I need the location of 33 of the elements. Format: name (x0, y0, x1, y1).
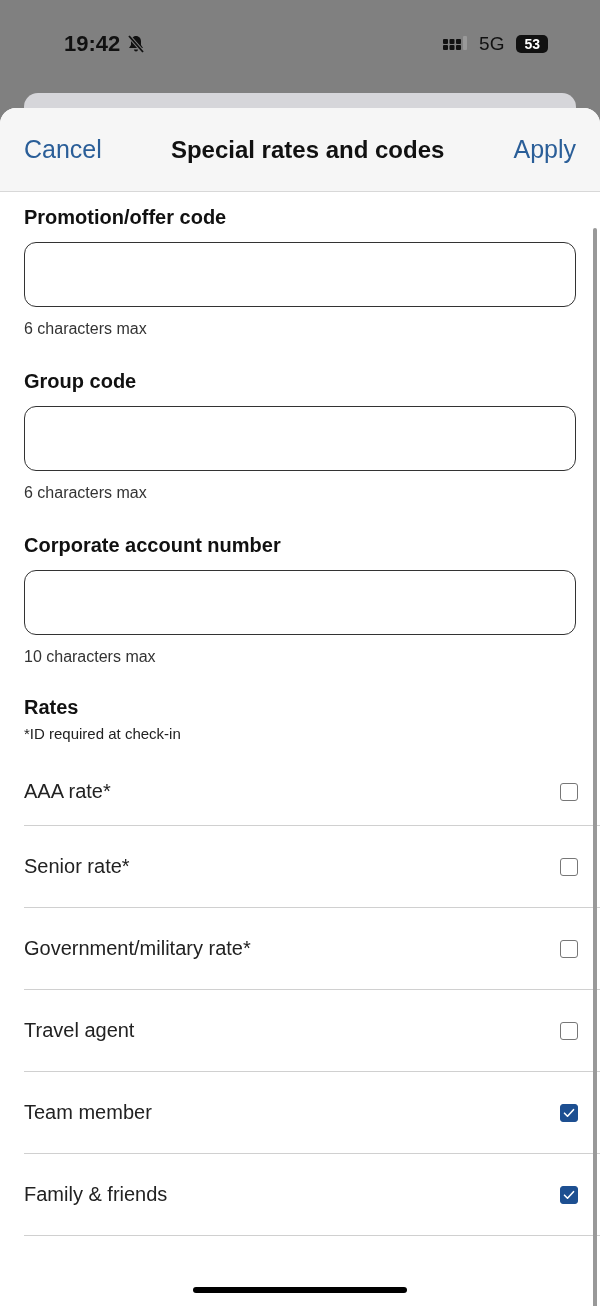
checkbox[interactable] (560, 1103, 578, 1122)
field-hint: 10 characters max (24, 648, 157, 666)
checkbox[interactable] (560, 1185, 578, 1204)
rate-label: Team member (24, 1101, 152, 1124)
network-label: 5G (479, 32, 505, 55)
field-hint: 6 characters max (24, 484, 148, 502)
rate-label: Government/military rate* (24, 937, 251, 960)
check-icon (563, 1189, 575, 1200)
check-icon (563, 1107, 575, 1118)
field-label: Corporate account number (24, 534, 282, 557)
checkbox[interactable] (560, 939, 578, 958)
cancel-button[interactable]: Cancel (24, 135, 102, 164)
status-time: 19:42 (64, 30, 121, 57)
input-field[interactable] (24, 242, 576, 307)
muted-bell-icon (126, 33, 147, 54)
checkbox[interactable] (560, 782, 578, 801)
battery-indicator: 53 (516, 34, 548, 53)
checkbox[interactable] (560, 857, 578, 876)
rate-label: Family & friends (24, 1183, 168, 1206)
checkbox[interactable] (560, 1021, 578, 1040)
rate-label: AAA rate* (24, 780, 111, 803)
field-label: Group code (24, 370, 138, 393)
section-title: Rates (24, 696, 80, 719)
field-hint: 6 characters max (24, 320, 148, 338)
field-label: Promotion/offer code (24, 206, 228, 229)
section-note: *ID required at check-in (24, 725, 182, 742)
input-field[interactable] (24, 406, 576, 471)
input-field[interactable] (24, 570, 576, 635)
rate-label: Travel agent (24, 1019, 135, 1042)
apply-button[interactable]: Apply (513, 135, 576, 164)
signal-icon (443, 35, 470, 52)
sheet-title: Special rates and codes (170, 135, 445, 164)
rate-label: Senior rate* (24, 855, 130, 878)
